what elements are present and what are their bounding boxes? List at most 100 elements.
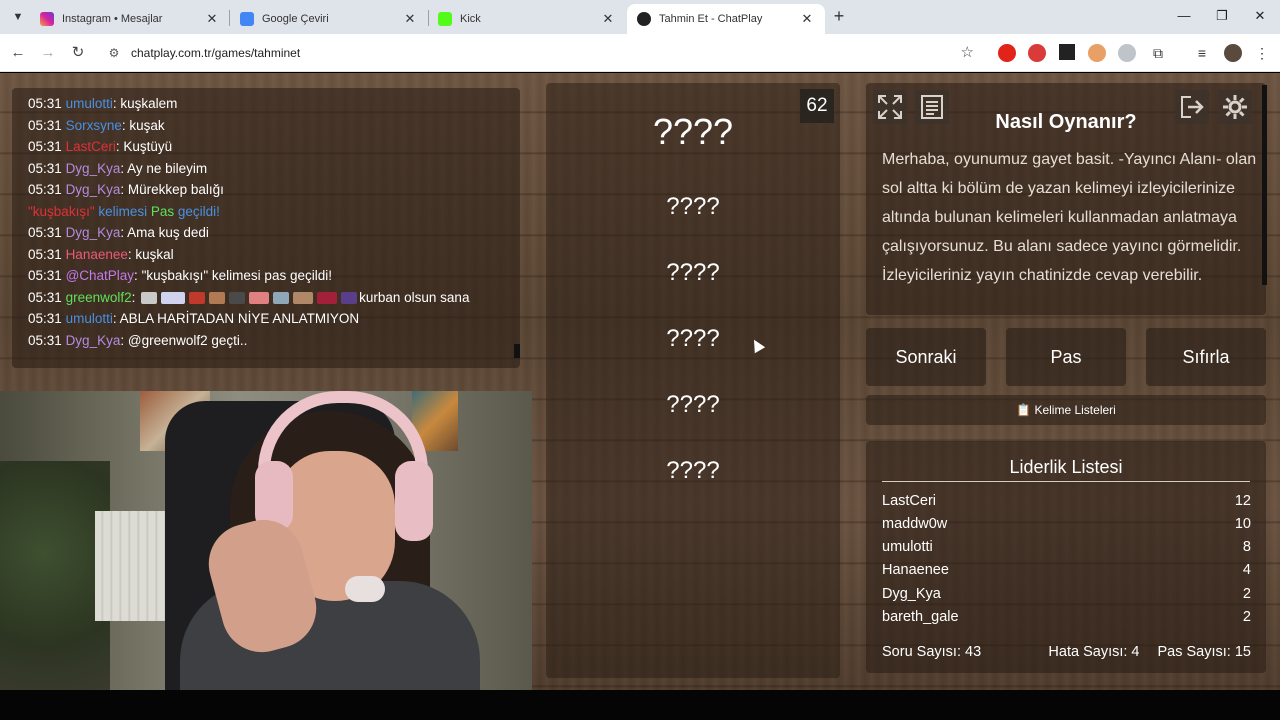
chat-message: 05:31 umulotti: kuşkalem (28, 96, 178, 111)
pass-notice: "kuşbakışı" kelimesi Pas geçildi! (28, 203, 220, 219)
chat-panel: 05:31 umulotti: kuşkalem 05:31 Sorxsyne:… (12, 88, 520, 368)
chat-message: 05:31 Dyg_Kya: Ay ne bileyim (28, 160, 208, 176)
chatplay-icon (637, 12, 651, 26)
leaderboard-row: maddw0w 10 (882, 516, 1251, 532)
leaderboard-title: Liderlik Listesi (1009, 457, 1123, 477)
bottom-bar (0, 690, 1280, 720)
error-count: Hata Sayısı: 4 (1048, 644, 1140, 660)
clipboard-icon: 📋 (1016, 403, 1032, 417)
emote-icon (229, 291, 246, 304)
game-page: 05:31 umulotti: kuşkalem 05:31 Sorxsyne:… (0, 73, 1280, 691)
pass-button[interactable]: Pas (1006, 328, 1126, 386)
tab-title: Instagram • Mesajlar (62, 13, 163, 25)
browser-toolbar: ← → ↻ ⚙ chatplay.com.tr/games/tahminet ☆… (0, 34, 1280, 72)
exit-icon[interactable] (1175, 90, 1209, 124)
window-close-icon[interactable]: ✕ (1250, 6, 1270, 26)
chat-message: 05:31 Sorxsyne: kuşak (28, 117, 165, 133)
gear-icon[interactable] (1218, 90, 1252, 124)
forbidden-word: ???? (666, 391, 720, 418)
forbidden-word: ???? (666, 457, 720, 484)
leaderboard-row: Hanaenee 4 (882, 562, 1251, 578)
chat-scrollbar[interactable] (514, 344, 520, 358)
instagram-icon (40, 12, 54, 26)
close-icon[interactable]: ✕ (402, 11, 418, 27)
word-lists-label: Kelime Listeleri (1034, 403, 1116, 417)
close-icon[interactable]: ✕ (204, 11, 220, 27)
chat-message: 05:31 Dyg_Kya: Mürekkep balığı (28, 182, 224, 197)
tab-title: Kick (460, 13, 481, 25)
webcam-background (95, 511, 175, 621)
google-translate-icon (240, 12, 254, 26)
words-panel: 62 ???? ???? ???? ???? ???? ???? (546, 83, 840, 678)
word-lists-button[interactable]: 📋 Kelime Listeleri (866, 395, 1266, 425)
panel-scrollbar[interactable] (1262, 85, 1267, 285)
emote-icon (317, 291, 338, 304)
extension-dark-icon[interactable] (1059, 44, 1075, 60)
forbidden-word: ???? (666, 325, 720, 352)
back-icon[interactable]: ← (8, 43, 28, 63)
emote-icon (189, 291, 206, 304)
bookmark-star-icon[interactable]: ☆ (961, 43, 974, 61)
leaderboard-row: bareth_gale 2 (882, 609, 1251, 625)
shield-extension-icon[interactable] (1118, 44, 1136, 62)
main-word: ???? (652, 111, 734, 152)
close-icon[interactable]: ✕ (600, 11, 616, 27)
emote-icon (209, 291, 226, 304)
minimize-icon[interactable]: — (1174, 6, 1194, 26)
forbidden-word: ???? (666, 259, 720, 286)
webcam-microphone (345, 576, 385, 602)
tab-search-icon[interactable]: ▼ (8, 7, 28, 27)
emote-icon (161, 291, 186, 304)
close-icon[interactable]: ✕ (799, 11, 815, 27)
how-to-play-panel: Nasıl Oynanır? Merhaba, oyunumuz gayet b… (866, 83, 1266, 315)
emote-icon (141, 291, 158, 304)
leaderboard-panel: Liderlik Listesi LastCeri 12 maddw0w 10 um… (866, 441, 1266, 673)
question-count: Soru Sayısı: 43 (882, 644, 982, 660)
tab-kick[interactable]: Kick ✕ (428, 4, 626, 34)
leaderboard-row: Dyg_Kya 2 (882, 586, 1251, 602)
emote-icon (249, 291, 270, 304)
emote-row (141, 291, 358, 304)
how-to-play-text: Merhaba, oyunumuz gayet basit. -Yayıncı … (882, 151, 1257, 284)
game-stats: Soru Sayısı: 43 Hata Sayısı: 4 Pas Sayıs… (882, 644, 1251, 660)
tab-google-translate[interactable]: Google Çeviri ✕ (230, 4, 428, 34)
profile-avatar[interactable] (1224, 44, 1242, 62)
chat-message: 05:31 Dyg_Kya: Ama kuş dedi (28, 225, 209, 240)
tab-instagram[interactable]: Instagram • Mesajlar ✕ (30, 4, 230, 34)
next-button[interactable]: Sonraki (866, 328, 986, 386)
new-tab-icon[interactable]: + (830, 6, 848, 26)
webcam-background (0, 461, 110, 691)
emote-icon (293, 291, 314, 304)
browser-tab-bar: ▼ Instagram • Mesajlar ✕ Google Çeviri ✕… (0, 0, 1280, 34)
reset-button[interactable]: Sıfırla (1146, 328, 1266, 386)
leaderboard-row: LastCeri 12 (882, 493, 1251, 509)
forbidden-word: ???? (666, 193, 720, 220)
leaderboard-row: umulotti 8 (882, 539, 1251, 555)
emote-icon (341, 291, 358, 304)
chat-message: 05:31 @ChatPlay: "kuşbakışı" kelimesi pa… (28, 268, 332, 283)
pass-count: Pas Sayısı: 15 (1157, 644, 1252, 660)
reload-icon[interactable]: ↻ (68, 43, 88, 63)
extension-red-icon[interactable] (1028, 44, 1046, 62)
divider (882, 481, 1250, 482)
kick-icon (438, 12, 452, 26)
opera-extension-icon[interactable] (998, 44, 1016, 62)
media-control-icon[interactable]: ≡ (1192, 43, 1212, 63)
address-bar[interactable]: ⚙ chatplay.com.tr/games/tahminet ☆ (100, 39, 980, 67)
forward-icon[interactable]: → (38, 43, 58, 63)
webcam-feed (0, 391, 532, 691)
tab-chatplay[interactable]: Tahmin Et - ChatPlay ✕ (627, 4, 825, 34)
tab-title: Tahmin Et - ChatPlay (659, 13, 763, 25)
site-info-icon[interactable]: ⚙ (106, 45, 122, 61)
chat-message: 05:31 LastCeri: Kuştüyü (28, 139, 173, 154)
extension-orange-icon[interactable] (1088, 44, 1106, 62)
chat-message: 05:31 Hanaenee: kuşkal (28, 246, 174, 262)
chat-message: 05:31 Dyg_Kya: @greenwolf2 geçti.. (28, 332, 248, 348)
emote-icon (273, 291, 290, 304)
chat-message: 05:31 umulotti: ABLA HARİTADAN NİYE ANLA… (28, 311, 360, 326)
webcam-headset (395, 461, 433, 541)
restore-icon[interactable]: ❐ (1212, 6, 1232, 26)
tab-title: Google Çeviri (262, 13, 329, 25)
menu-kebab-icon[interactable]: ⋮ (1252, 43, 1272, 63)
extensions-puzzle-icon[interactable]: ⧉ (1148, 43, 1168, 63)
